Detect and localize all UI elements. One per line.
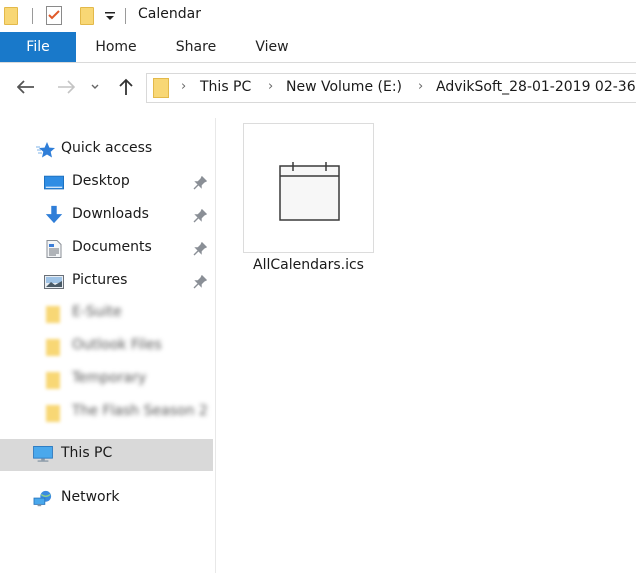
pictures-icon bbox=[44, 275, 64, 289]
properties-check-icon[interactable] bbox=[46, 6, 62, 25]
sidebar-item-desktop[interactable]: Desktop bbox=[0, 167, 213, 199]
toolbar-separator bbox=[125, 8, 126, 24]
breadcrumb-this-pc[interactable]: This PC bbox=[200, 79, 251, 95]
arrow-up-icon bbox=[119, 78, 133, 95]
recent-locations-button[interactable] bbox=[88, 76, 102, 98]
this-pc-icon bbox=[33, 446, 53, 462]
breadcrumb-new-volume[interactable]: New Volume (E:) bbox=[286, 79, 402, 95]
pin-icon[interactable] bbox=[193, 275, 207, 289]
file-name[interactable]: AllCalendars.ics bbox=[243, 257, 374, 273]
window-title: Calendar bbox=[138, 6, 201, 22]
sidebar-item-label: Desktop bbox=[72, 173, 130, 189]
sidebar-item-label: Temporary bbox=[72, 370, 147, 386]
navigation-bar: › This PC › New Volume (E:) › AdvikSoft_… bbox=[0, 70, 636, 106]
address-bar[interactable]: › This PC › New Volume (E:) › AdvikSoft_… bbox=[146, 73, 636, 103]
title-bar: Calendar bbox=[0, 0, 636, 32]
sidebar-item-downloads[interactable]: Downloads bbox=[0, 200, 213, 232]
sidebar-item-folder[interactable]: Outlook Files bbox=[0, 331, 213, 363]
back-button[interactable] bbox=[15, 76, 37, 98]
calendar-file-icon bbox=[279, 162, 340, 221]
tab-file[interactable]: File bbox=[0, 32, 76, 62]
pin-icon[interactable] bbox=[193, 209, 207, 223]
breadcrumb-separator[interactable]: › bbox=[268, 79, 273, 94]
arrow-left-icon bbox=[17, 80, 34, 94]
breadcrumb-current-folder[interactable]: AdvikSoft_28-01-2019 02-36 bbox=[436, 79, 636, 95]
folder-icon bbox=[46, 372, 60, 389]
new-folder-icon[interactable] bbox=[80, 7, 94, 25]
sidebar-item-label: This PC bbox=[61, 445, 113, 461]
quick-access-star-icon bbox=[36, 142, 55, 158]
breadcrumb-separator[interactable]: › bbox=[418, 79, 423, 94]
ribbon-tabs: File Home Share View bbox=[0, 32, 636, 63]
sidebar-item-folder[interactable]: Temporary bbox=[0, 364, 213, 396]
tab-share[interactable]: Share bbox=[166, 32, 226, 62]
folder-icon[interactable] bbox=[4, 7, 18, 25]
sidebar-item-this-pc[interactable]: This PC bbox=[0, 439, 213, 471]
pin-icon[interactable] bbox=[193, 176, 207, 190]
sidebar-item-label: Quick access bbox=[61, 140, 153, 156]
sidebar-item-network[interactable]: Network bbox=[0, 483, 213, 515]
sidebar-item-folder[interactable]: The Flash Season 2 bbox=[0, 397, 213, 429]
downloads-icon bbox=[45, 205, 63, 224]
arrow-right-icon bbox=[58, 80, 75, 94]
sidebar-item-label: E-Suite bbox=[72, 304, 122, 320]
breadcrumb-separator[interactable]: › bbox=[181, 79, 186, 94]
sidebar-item-label: Pictures bbox=[72, 272, 128, 288]
sidebar-item-label: Downloads bbox=[72, 206, 149, 222]
navigation-pane: Quick access Desktop Downloads Documents bbox=[0, 118, 216, 573]
tab-home[interactable]: Home bbox=[86, 32, 146, 62]
pin-icon[interactable] bbox=[193, 242, 207, 256]
sidebar-item-documents[interactable]: Documents bbox=[0, 233, 213, 265]
sidebar-item-label: Documents bbox=[72, 239, 152, 255]
customize-dropdown-icon[interactable] bbox=[104, 10, 116, 22]
sidebar-item-label: Network bbox=[61, 489, 120, 505]
sidebar-item-label: The Flash Season 2 bbox=[72, 403, 208, 419]
tab-view[interactable]: View bbox=[244, 32, 300, 62]
forward-button[interactable] bbox=[55, 76, 77, 98]
sidebar-item-label: Outlook Files bbox=[72, 337, 162, 353]
folder-icon bbox=[46, 339, 60, 356]
desktop-icon bbox=[44, 175, 64, 190]
network-icon bbox=[33, 490, 52, 507]
sidebar-item-pictures[interactable]: Pictures bbox=[0, 266, 213, 298]
sidebar-item-quick-access[interactable]: Quick access bbox=[0, 134, 213, 166]
file-list: AllCalendars.ics bbox=[217, 106, 636, 573]
folder-icon bbox=[153, 78, 169, 98]
file-item[interactable] bbox=[243, 123, 374, 253]
folder-icon bbox=[46, 306, 60, 323]
up-button[interactable] bbox=[115, 76, 137, 98]
sidebar-item-folder[interactable]: E-Suite bbox=[0, 298, 213, 330]
chevron-down-icon bbox=[91, 84, 99, 89]
documents-icon bbox=[46, 240, 62, 258]
toolbar-separator bbox=[32, 8, 33, 24]
folder-icon bbox=[46, 405, 60, 422]
